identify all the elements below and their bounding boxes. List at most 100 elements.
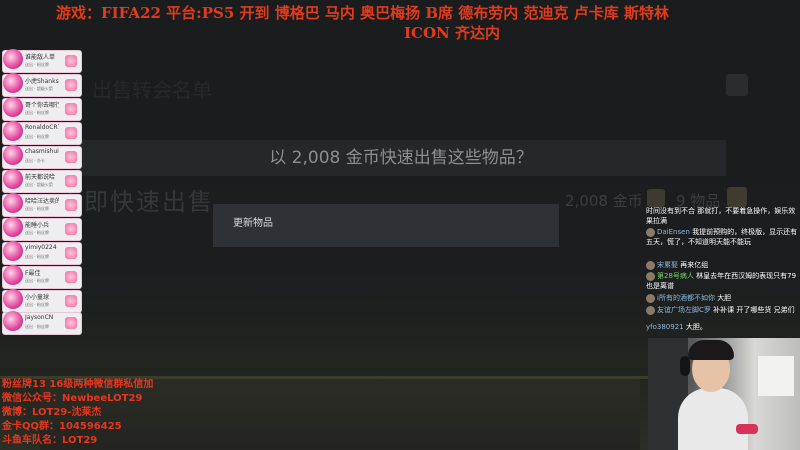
gift-icon (65, 151, 77, 163)
gift-item: 能睡小兵 送出 · 粉丝牌 (2, 217, 82, 241)
chat-panel: 时间没有到不合 那就打，不要着急操作，娱乐效果拉满 DaiEnsen 我提前预购… (646, 206, 800, 336)
item-icon (727, 187, 747, 207)
gift-icon (65, 103, 77, 115)
coin-icon (647, 189, 665, 207)
info-qq-group: 金卡QQ群：104596425 (2, 421, 122, 432)
gift-user-name: 前天都说哈 (25, 174, 56, 181)
background-heading: 出售转会名单 (92, 78, 212, 102)
gift-sub-text: 送出 · 办卡 (25, 158, 45, 163)
banner-icon-info: ICON 齐达内 (404, 24, 500, 42)
gift-item: 小小童球 送出 · 粉丝牌 (2, 289, 82, 313)
chat-user-name: yfo380921 (646, 323, 684, 331)
gift-user-name: yimiy0224 (25, 244, 57, 251)
gift-avatar (3, 265, 23, 285)
gift-item: 小虎Shanks 送出 · 超级火箭 (2, 73, 82, 97)
gift-item: 哈哈汪达卖的已经送出 · 粉丝牌 (2, 193, 82, 217)
avatar (646, 227, 655, 237)
gift-user-name: 谁能敌人单 (25, 54, 56, 61)
chat-message: DaiEnsen 我提前预购的，终极版，显示还有五天，慌了，不知道明天能不能玩 (646, 227, 800, 247)
gift-sub-text: 送出 · 粉丝牌 (25, 324, 49, 329)
dialog-question: 以 2,008 金币快速出售这些物品？ (269, 148, 533, 168)
gift-icon (65, 271, 77, 283)
chat-message: i所有的酒都不如你 大胆 (646, 293, 800, 303)
webcam-feed (648, 338, 800, 450)
gift-icon (65, 247, 77, 259)
chat-user-name: 友谊广场左脚C罗 (657, 306, 711, 314)
update-items-modal: 更新物品 (213, 204, 559, 247)
avatar (646, 293, 655, 303)
avatar (646, 305, 655, 315)
headphones-icon (680, 356, 690, 376)
gift-user-name: 哈哈汪达卖的已经 (25, 198, 59, 205)
avatar (646, 271, 655, 281)
chat-user-name: i所有的酒都不如你 (657, 294, 715, 302)
gift-avatar (3, 145, 23, 165)
chat-message: 第28号病人 林皇去年在西汉姆的表现只有79也是离谱 (646, 271, 800, 291)
banner-game-info: 游戏：FIFA22 平台:PS5 开到 博格巴 马内 奥巴梅扬 B席 德布劳内 … (56, 4, 669, 22)
webcam-person-hair (688, 340, 734, 360)
gift-icon (65, 223, 77, 235)
info-team-name: 斗鱼车队名：LOT29 (2, 435, 98, 446)
gift-user-name: 能睡小兵 (25, 222, 50, 229)
gift-sub-text: 送出 · 粉丝牌 (25, 110, 49, 115)
gift-icon (65, 295, 77, 307)
gift-icon (65, 55, 77, 67)
chat-text: 大胆 (717, 294, 732, 302)
chat-message: yfo380921 大胆。 (646, 322, 800, 332)
gift-user-name: 小虎Shanks (25, 78, 59, 85)
gift-user-name: RonaldoCR7329 (25, 124, 59, 131)
gift-icon (65, 175, 77, 187)
gift-icon (65, 317, 77, 329)
gift-sub-text: 送出 · 超级火箭 (25, 86, 53, 91)
gift-item: F最佳 送出 · 粉丝牌 (2, 265, 82, 289)
gift-avatar (3, 169, 23, 189)
gift-user-name: JaysonCN (25, 314, 54, 321)
coins-total: 2,008 金币 (565, 192, 643, 210)
webcam-person-body (678, 388, 748, 450)
chat-user-name: 宋累娶 (657, 261, 678, 269)
gift-avatar (3, 49, 23, 69)
gift-icon (65, 79, 77, 91)
stream-banner: 游戏：FIFA22 平台:PS5 开到 博格巴 马内 奥巴梅扬 B席 德布劳内 … (0, 0, 800, 44)
gift-avatar (3, 121, 23, 141)
info-fan-badge: 粉丝牌13 16级两种微信群私信加 (2, 379, 154, 390)
gift-item: 哥个你去哪行 送出 · 粉丝牌 (2, 97, 82, 121)
chat-message: 友谊广场左脚C罗 补补课 开了哪些货 兄弟们 (646, 305, 800, 315)
gift-user-name: 哥个你去哪行 (25, 102, 59, 109)
chat-user-name: 第28号病人 (657, 272, 694, 280)
gift-sub-text: 送出 · 粉丝牌 (25, 254, 49, 259)
gift-item: 谁能敌人单 送出 · 粉丝牌 (2, 49, 82, 73)
gift-list: 谁能敌人单 送出 · 粉丝牌 小虎Shanks 送出 · 超级火箭 哥个你去哪行 送出… (0, 49, 85, 335)
chat-message: 时间没有到不合 那就打，不要着急操作，娱乐效果拉满 (646, 206, 800, 226)
gamepad-icon (736, 424, 758, 434)
gift-icon (65, 199, 77, 211)
gift-avatar (3, 289, 23, 309)
gift-item: JaysonCN 送出 · 粉丝牌 (2, 311, 82, 335)
chat-message: 宋累娶 再来亿组 (646, 260, 800, 270)
gift-sub-text: 送出 · 粉丝牌 (25, 230, 49, 235)
gift-avatar (3, 217, 23, 237)
gift-sub-text: 送出 · 粉丝牌 (25, 134, 49, 139)
gift-icon (65, 127, 77, 139)
gift-avatar (3, 97, 23, 117)
gift-sub-text: 送出 · 粉丝牌 (25, 62, 49, 67)
gift-avatar (3, 311, 23, 331)
gift-sub-text: 送出 · 粉丝牌 (25, 302, 49, 307)
chat-text: 大胆。 (685, 323, 707, 331)
gift-sub-text: 送出 · 粉丝牌 (25, 278, 49, 283)
gift-item: chasmishui 送出 · 办卡 (2, 145, 82, 169)
gift-sub-text: 送出 · 粉丝牌 (25, 206, 49, 211)
gift-user-name: 小小童球 (25, 294, 50, 301)
gift-user-name: chasmishui (25, 148, 59, 155)
chat-text: 补补课 开了哪些货 兄弟们 (713, 306, 795, 314)
gift-avatar (3, 73, 23, 93)
background-button (726, 74, 748, 96)
avatar (646, 260, 655, 270)
info-weibo: 微博：LOT29-沈莱杰 (2, 407, 102, 418)
gift-item: RonaldoCR7329 送出 · 粉丝牌 (2, 121, 82, 145)
info-wechat: 微信公众号：NewbeeLOT29 (2, 393, 143, 404)
chat-text: 时间没有到不合 那就打，不要着急操作，娱乐效果拉满 (646, 207, 796, 225)
gift-avatar (3, 241, 23, 261)
gift-avatar (3, 193, 23, 213)
gift-item: yimiy0224 送出 · 粉丝牌 (2, 241, 82, 265)
